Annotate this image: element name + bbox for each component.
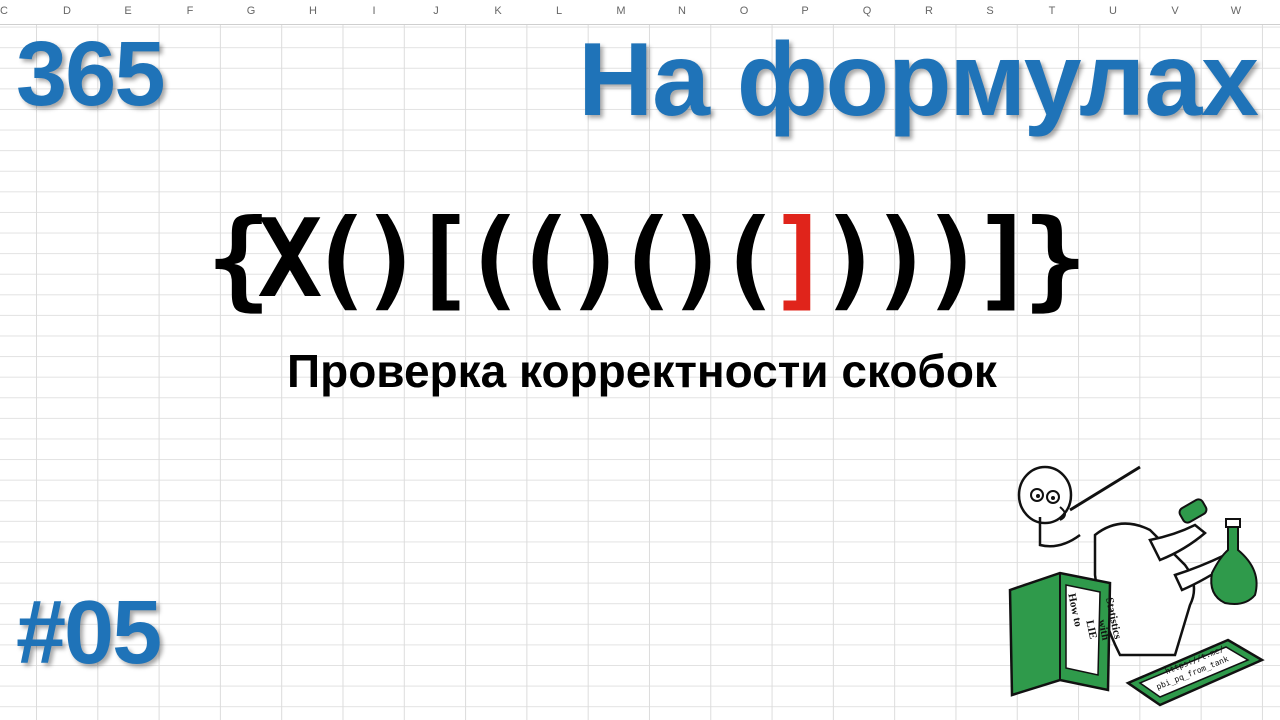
column-header-o[interactable]: O [734,5,754,17]
test-tube [1178,498,1208,524]
episode-number: #05 [16,583,162,683]
column-header-e[interactable]: E [118,5,138,17]
column-header-v[interactable]: V [1165,5,1185,17]
column-header-n[interactable]: N [672,5,692,17]
column-header-m[interactable]: M [611,5,631,17]
column-header-d[interactable]: D [57,5,77,17]
bracket-expression: {X()[(()()(])))]} [0,206,1280,314]
column-header-i[interactable]: I [364,5,384,17]
column-header-l[interactable]: L [549,5,569,17]
column-header-f[interactable]: F [180,5,200,17]
bracket-error-highlight: ] [767,197,833,322]
column-header-w[interactable]: W [1226,5,1246,17]
column-header-u[interactable]: U [1103,5,1123,17]
pointer-stick [1069,465,1141,512]
flask [1210,524,1258,605]
column-header-s[interactable]: S [980,5,1000,17]
column-header-c[interactable]: C [0,5,14,17]
heading: На формулах [578,22,1259,138]
head [1017,465,1073,525]
flask-neck [1225,518,1241,528]
column-header-r[interactable]: R [919,5,939,17]
column-header-q[interactable]: Q [857,5,877,17]
column-header-j[interactable]: J [426,5,446,17]
column-header-k[interactable]: K [488,5,508,17]
column-header-t[interactable]: T [1042,5,1062,17]
column-header-g[interactable]: G [241,5,261,17]
column-header-h[interactable]: H [303,5,323,17]
scientist-illustration: How to LIE with Statistics https://t.me/… [1008,465,1265,707]
subtitle: Проверка корректности скобок [287,345,997,397]
bracket-expression-after: )))]} [818,197,1088,322]
arm-right [1148,523,1207,562]
series-label: 365 [16,23,165,125]
bracket-expression-before: {X()[(()()( [206,197,781,322]
column-header-p[interactable]: P [795,5,815,17]
